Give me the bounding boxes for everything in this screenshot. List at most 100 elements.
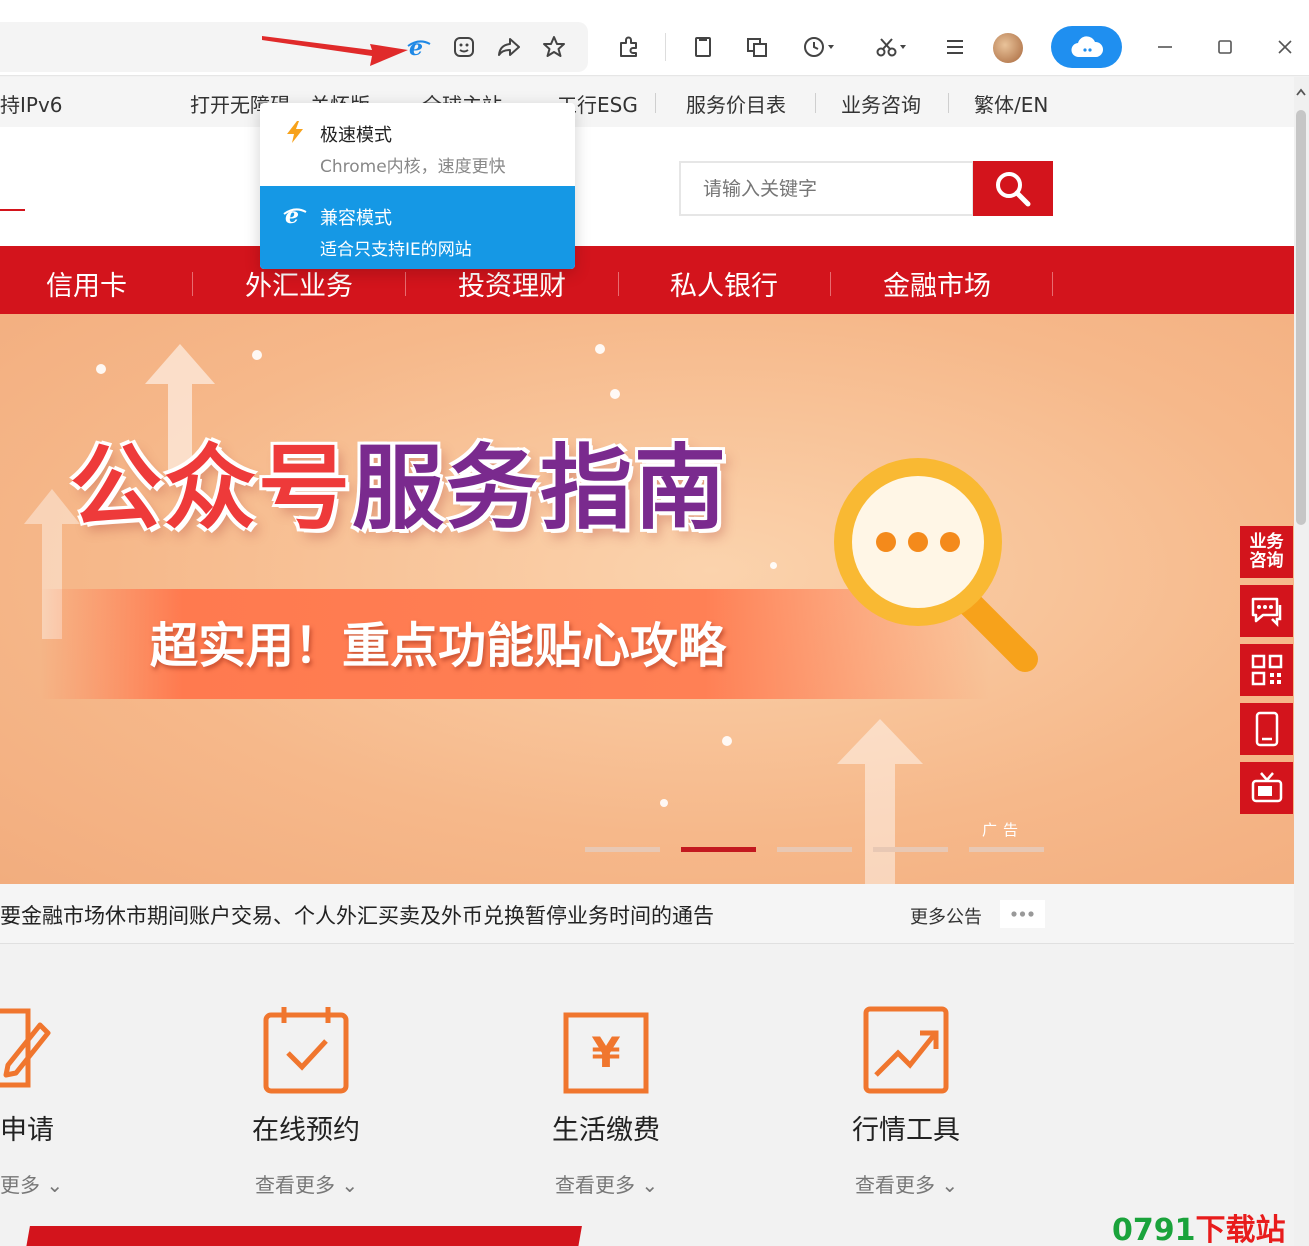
- carousel-dot[interactable]: [873, 847, 948, 852]
- service-market-more-text: 查看更多: [855, 1173, 935, 1197]
- toolbar-divider: [665, 33, 666, 61]
- nav-private-banking[interactable]: 私人银行: [670, 264, 778, 303]
- edit-apply-icon[interactable]: [0, 1005, 52, 1095]
- service-market-more[interactable]: 查看更多 ⌄: [855, 1169, 958, 1198]
- service-market-label[interactable]: 行情工具: [852, 1108, 960, 1147]
- maximize-icon[interactable]: [1212, 34, 1238, 60]
- service-bills-more[interactable]: 查看更多 ⌄: [555, 1169, 658, 1198]
- svg-text:¥: ¥: [591, 1028, 620, 1077]
- nav-divider: [618, 272, 619, 296]
- link-price-list[interactable]: 服务价目表: [686, 89, 786, 118]
- service-booking-more[interactable]: 查看更多 ⌄: [255, 1169, 358, 1198]
- side-qrcode-button[interactable]: [1240, 644, 1293, 696]
- nav-forex[interactable]: 外汇业务: [245, 264, 353, 303]
- search-icon: [996, 171, 1031, 206]
- yuan-bill-icon[interactable]: ¥: [562, 1005, 650, 1095]
- notice-text[interactable]: 要金融市场休市期间账户交易、个人外汇买卖及外币兑换暂停业务时间的通告: [0, 900, 714, 930]
- side-tv-button[interactable]: [1240, 762, 1293, 814]
- service-booking-more-text: 查看更多: [255, 1173, 335, 1197]
- cloud-sync-button[interactable]: [1051, 26, 1122, 68]
- side-mobile-button[interactable]: [1240, 703, 1293, 755]
- watermark-number: 0791: [1112, 1213, 1196, 1246]
- search-button[interactable]: [973, 161, 1053, 216]
- svg-text:e: e: [285, 203, 299, 228]
- service-apply-more-text: 更多: [0, 1173, 40, 1197]
- render-mode-menu: 极速模式 Chrome内核，速度更快 e 兼容模式 适合只支持IE的网站: [260, 103, 575, 269]
- nav-divider: [1052, 272, 1053, 296]
- ie-compat-mode-icon[interactable]: e: [402, 30, 436, 64]
- carousel-dot[interactable]: [969, 847, 1044, 852]
- menu-item-compat-mode[interactable]: e 兼容模式 适合只支持IE的网站: [260, 186, 575, 269]
- top-link-bar: 持IPv6 打开无障碍 关怀版 全球主站 工行ESG 服务价目表 业务咨询 繁体…: [0, 77, 1294, 127]
- emoji-icon[interactable]: [447, 30, 481, 64]
- close-icon[interactable]: [1272, 34, 1298, 60]
- decor-up-arrow-icon: [837, 719, 923, 884]
- logo-fragment: [0, 209, 25, 211]
- user-avatar[interactable]: [993, 33, 1023, 63]
- share-icon[interactable]: [492, 30, 526, 64]
- scroll-up-icon[interactable]: [1296, 87, 1306, 97]
- nav-divider: [830, 272, 831, 296]
- carousel-dot[interactable]: [585, 847, 660, 852]
- carousel-dot[interactable]: [777, 847, 852, 852]
- notice-bar: 要金融市场休市期间账户交易、个人外汇买卖及外币兑换暂停业务时间的通告 更多公告: [0, 884, 1294, 944]
- chat-bubble-icon: [1251, 597, 1281, 628]
- chevron-down-icon: ⌄: [635, 1173, 659, 1197]
- link-consult[interactable]: 业务咨询: [841, 89, 921, 118]
- decor-sparkle: [660, 799, 668, 807]
- menu-item-fast-mode[interactable]: 极速模式 Chrome内核，速度更快: [260, 103, 575, 186]
- link-divider: [655, 93, 656, 113]
- favorite-star-icon[interactable]: [537, 30, 571, 64]
- menu-item-title: 兼容模式: [320, 208, 392, 229]
- chevron-down-icon: ⌄: [935, 1173, 959, 1197]
- decor-sparkle: [722, 736, 732, 746]
- cloud-icon: [1070, 36, 1103, 58]
- decor-sparkle: [252, 350, 262, 360]
- scissors-dropdown-icon[interactable]: [869, 30, 913, 64]
- trend-chart-icon[interactable]: [862, 1005, 950, 1095]
- history-dropdown-icon[interactable]: [797, 30, 841, 64]
- banner-title: 公众号服务指南: [70, 414, 728, 547]
- side-chat-button[interactable]: [1240, 585, 1293, 637]
- nav-financial-market[interactable]: 金融市场: [883, 264, 991, 303]
- service-bills-more-text: 查看更多: [555, 1173, 635, 1197]
- screenshot-window-icon[interactable]: [740, 30, 774, 64]
- chevron-down-icon: ⌄: [40, 1173, 64, 1197]
- reading-mode-icon[interactable]: [686, 30, 720, 64]
- main-nav: 信用卡 外汇业务 投资理财 私人银行 金融市场: [0, 246, 1294, 314]
- service-apply-label[interactable]: 申请: [0, 1108, 54, 1147]
- qrcode-icon: [1251, 654, 1282, 686]
- extensions-icon[interactable]: [612, 30, 646, 64]
- menu-item-desc: 适合只支持IE的网站: [320, 240, 472, 260]
- bottom-red-tab[interactable]: [26, 1226, 582, 1246]
- search-input[interactable]: [679, 161, 974, 216]
- menu-icon[interactable]: [938, 30, 972, 64]
- more-dots-icon[interactable]: [1000, 900, 1045, 928]
- link-divider: [815, 93, 816, 113]
- link-language[interactable]: 繁体/EN: [974, 89, 1048, 118]
- scrollbar-thumb[interactable]: [1296, 110, 1306, 525]
- promo-banner[interactable]: 公众号服务指南 超实用！重点功能贴心攻略 广告: [0, 314, 1294, 884]
- tv-icon: [1251, 772, 1282, 803]
- more-notices-link[interactable]: 更多公告: [910, 903, 982, 929]
- browser-toolbar: e: [0, 0, 1309, 76]
- ad-label: 广告: [982, 821, 1025, 839]
- decor-sparkle: [595, 344, 605, 354]
- site-header: [0, 127, 1294, 246]
- ie-logo-icon: e: [283, 203, 307, 228]
- side-consult-label: 业务 咨询: [1249, 532, 1284, 571]
- site-watermark: 0791下载站: [1112, 1205, 1286, 1246]
- watermark-text: 下载站: [1195, 1213, 1286, 1246]
- side-consult-button[interactable]: 业务 咨询: [1240, 526, 1293, 578]
- service-apply-more[interactable]: 更多 ⌄: [0, 1169, 63, 1198]
- link-ipv6[interactable]: 持IPv6: [0, 89, 63, 118]
- nav-investment[interactable]: 投资理财: [458, 264, 566, 303]
- calendar-check-icon[interactable]: [262, 1005, 350, 1095]
- nav-credit-card[interactable]: 信用卡: [46, 264, 127, 303]
- minimize-icon[interactable]: [1152, 34, 1178, 60]
- magnifier-chat-icon: [834, 458, 1038, 672]
- service-booking-label[interactable]: 在线预约: [252, 1108, 360, 1147]
- carousel-dot-active[interactable]: [681, 847, 756, 852]
- banner-title-part1: 公众号: [70, 435, 353, 542]
- service-bills-label[interactable]: 生活缴费: [552, 1108, 660, 1147]
